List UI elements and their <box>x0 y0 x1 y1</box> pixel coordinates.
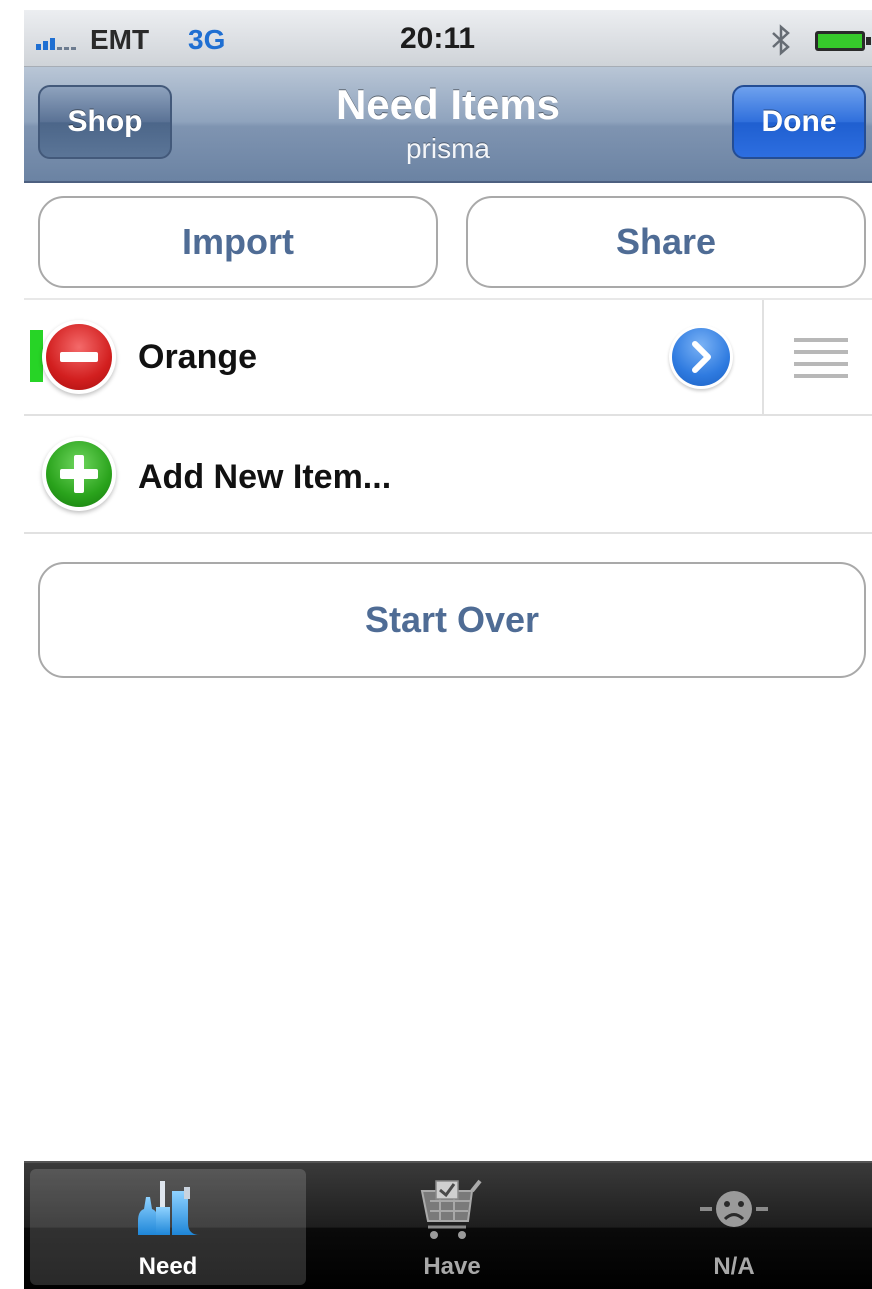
reorder-grip-icon[interactable] <box>794 338 848 378</box>
sad-face-icon <box>700 1191 768 1227</box>
app-screen: EMT 3G 20:11 Shop Need Items prisma Done… <box>24 0 872 1289</box>
share-button[interactable]: Share <box>466 196 866 288</box>
shopping-cart-icon <box>420 1179 482 1239</box>
chevron-right-icon <box>692 341 711 373</box>
network-type: 3G <box>188 24 226 55</box>
reorder-divider <box>762 300 764 414</box>
tab-have[interactable]: Have <box>314 1169 590 1285</box>
navigation-bar: Shop Need Items prisma Done <box>24 67 872 183</box>
need-status-marker <box>30 330 43 382</box>
tab-have-label: Have <box>423 1253 481 1280</box>
status-time: 20:11 <box>400 22 476 55</box>
add-item-row[interactable]: Add New Item... <box>24 416 872 534</box>
delete-icon[interactable] <box>46 324 112 390</box>
done-button[interactable]: Done <box>732 85 866 159</box>
signal-strength-icon <box>36 38 76 50</box>
tab-need[interactable]: Need <box>30 1169 306 1285</box>
start-over-button[interactable]: Start Over <box>38 562 866 678</box>
carrier-name: EMT <box>90 24 150 55</box>
bluetooth-icon <box>772 24 790 56</box>
import-button[interactable]: Import <box>38 196 438 288</box>
battery-icon <box>815 31 871 51</box>
detail-disclosure-icon[interactable] <box>672 328 730 386</box>
item-label: Orange <box>138 338 258 376</box>
tab-need-label: Need <box>138 1253 198 1280</box>
add-icon[interactable] <box>46 441 112 507</box>
tab-bar: Need Have N/A <box>24 1161 872 1289</box>
left-margin <box>0 0 24 1289</box>
bottles-icon <box>138 1181 200 1235</box>
tab-na-label: N/A <box>713 1253 755 1280</box>
tab-na[interactable]: N/A <box>596 1169 872 1285</box>
status-bar: EMT 3G 20:11 <box>24 10 872 67</box>
add-item-label: Add New Item... <box>138 458 392 496</box>
list-item[interactable]: Orange <box>24 300 872 416</box>
